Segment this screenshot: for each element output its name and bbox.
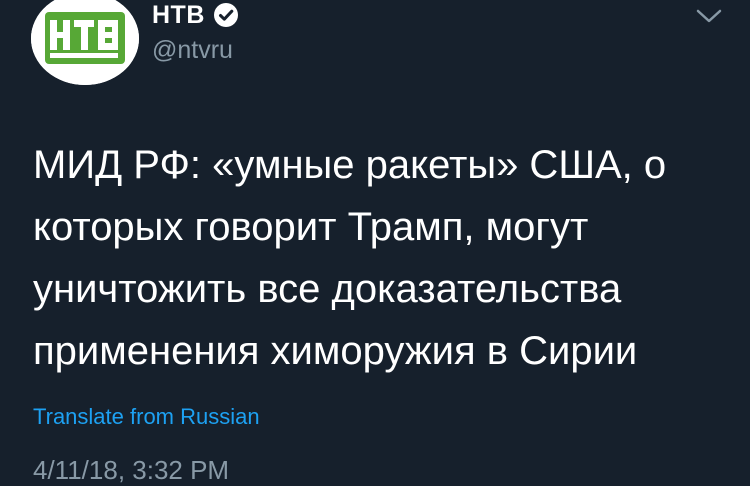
chevron-down-icon[interactable] — [694, 4, 724, 26]
ntv-logo-icon — [31, 0, 139, 85]
author-handle[interactable]: @ntvru — [152, 36, 233, 65]
verified-badge-icon — [213, 2, 239, 28]
translate-link[interactable]: Translate from Russian — [33, 404, 260, 430]
author-name-row: НТВ — [152, 0, 239, 30]
author-display-name[interactable]: НТВ — [152, 1, 205, 30]
tweet-text: МИД РФ: «умные ракеты» США, о которых го… — [33, 134, 733, 382]
avatar[interactable] — [31, 0, 139, 85]
tweet-text-line: МИД РФ: «умные ракеты» США, о — [33, 143, 667, 187]
tweet-text-line: применения химоружия в Сирии — [33, 329, 638, 373]
tweet-timestamp[interactable]: 4/11/18, 3:32 PM — [33, 455, 229, 486]
tweet-card: НТВ @ntvru МИД РФ: «умные ракеты» США, о… — [0, 0, 750, 485]
tweet-text-line: уничтожить все доказательства — [33, 267, 622, 311]
tweet-text-line: которых говорит Трамп, могут — [33, 205, 589, 249]
